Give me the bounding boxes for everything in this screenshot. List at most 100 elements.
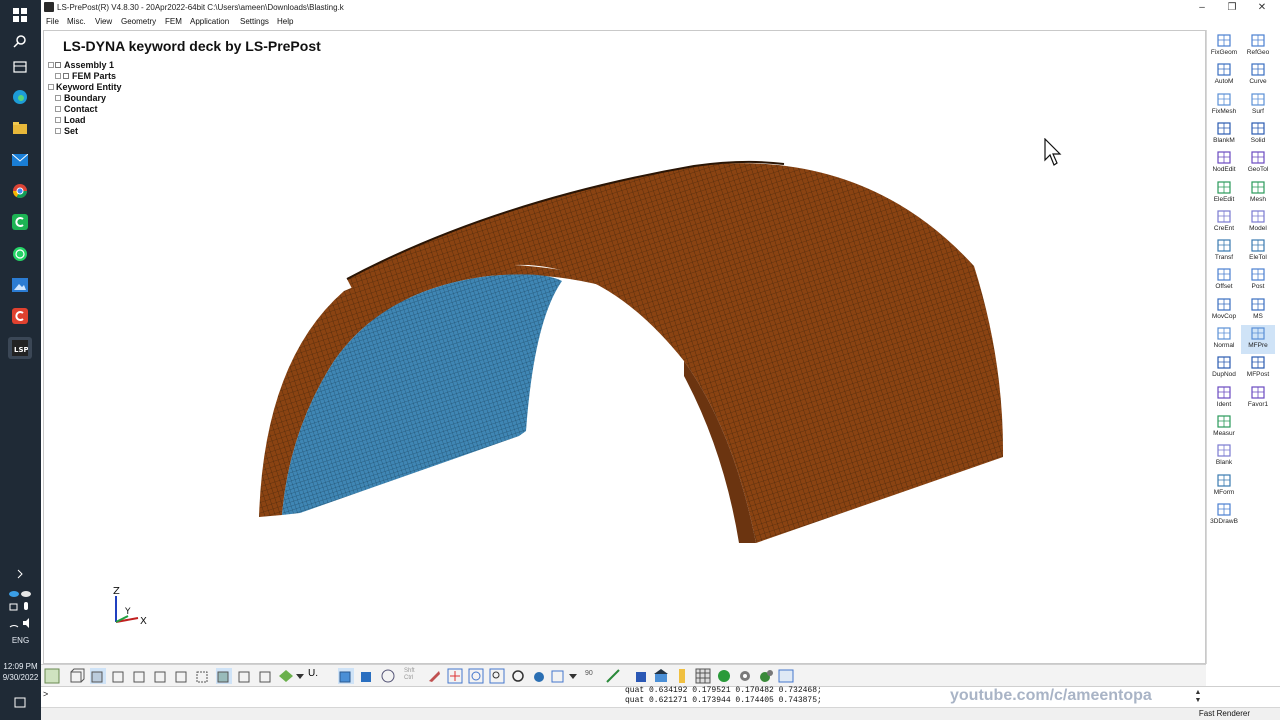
tool-eleedit[interactable]: EleEdit <box>1207 179 1241 208</box>
maximize-button[interactable]: ❐ <box>1217 0 1247 15</box>
tool-normal[interactable]: Normal <box>1207 325 1241 354</box>
expand-icon[interactable] <box>55 106 61 112</box>
tool-surf[interactable]: Surf <box>1241 91 1275 120</box>
tool-3ddrawb[interactable]: 3DDrawB <box>1207 501 1241 530</box>
frame-icon[interactable] <box>550 668 566 684</box>
tool-mform[interactable]: MForm <box>1207 472 1241 501</box>
expand-icon[interactable] <box>55 95 61 101</box>
edge-browser-icon[interactable] <box>8 86 32 108</box>
graphics-viewport[interactable]: LS-DYNA keyword deck by LS-PrePost Assem… <box>43 30 1206 664</box>
view-box-icon[interactable] <box>69 668 85 684</box>
grid-icon[interactable] <box>695 668 711 684</box>
shape-solid-icon[interactable] <box>359 668 375 684</box>
tool-autom[interactable]: AutoM <box>1207 61 1241 90</box>
view-right-icon[interactable] <box>153 668 169 684</box>
render-hidden-icon[interactable] <box>258 668 274 684</box>
tool-post[interactable]: Post <box>1241 266 1275 295</box>
view-back-icon[interactable] <box>111 668 127 684</box>
house-icon[interactable] <box>653 668 669 684</box>
tool-transf[interactable]: Transf <box>1207 237 1241 266</box>
tool-ms[interactable]: MS <box>1241 296 1275 325</box>
measure-icon[interactable] <box>605 668 621 684</box>
tool-favor1[interactable]: Favor1 <box>1241 384 1275 413</box>
zoom-icon[interactable] <box>468 668 484 684</box>
tool-blank[interactable]: Blank <box>1207 442 1241 471</box>
expand-icon[interactable] <box>55 128 61 134</box>
mail-icon[interactable] <box>8 149 32 171</box>
task-view-icon[interactable] <box>8 56 32 78</box>
tool-fixmesh[interactable]: FixMesh <box>1207 91 1241 120</box>
view-front-icon[interactable] <box>90 668 106 684</box>
menu-misc[interactable]: Misc. <box>67 15 86 29</box>
menu-view[interactable]: View <box>95 15 112 29</box>
color-palette-icon[interactable] <box>278 668 294 684</box>
menu-settings[interactable]: Settings <box>240 15 269 29</box>
windows-start-icon[interactable] <box>8 4 32 26</box>
expand-icon[interactable] <box>48 84 54 90</box>
tool-nodedit[interactable]: NodEdit <box>1207 149 1241 178</box>
settings-gear-icon[interactable] <box>737 668 753 684</box>
recorder-icon[interactable] <box>8 305 32 327</box>
u-button[interactable]: U. <box>308 668 324 684</box>
expand-icon[interactable] <box>55 117 61 123</box>
tool-eletol[interactable]: EleTol <box>1241 237 1275 266</box>
file-explorer-icon[interactable] <box>8 117 32 139</box>
network-volume-tray-icon[interactable] <box>8 612 32 634</box>
menu-help[interactable]: Help <box>277 15 293 29</box>
chrome-icon[interactable] <box>8 180 32 202</box>
menu-application[interactable]: Application <box>190 15 229 29</box>
tool-creent[interactable]: CreEnt <box>1207 208 1241 237</box>
tool-mfpre[interactable]: MFPre <box>1241 325 1275 354</box>
menu-file[interactable]: File <box>46 15 59 29</box>
shape-cube-icon[interactable] <box>338 668 354 684</box>
tool-dupnod[interactable]: DupNod <box>1207 354 1241 383</box>
tool-refgeo[interactable]: RefGeo <box>1241 32 1275 61</box>
rotate-icon[interactable] <box>510 668 526 684</box>
tools-gear-icon[interactable] <box>758 668 774 684</box>
tool-mesh[interactable]: Mesh <box>1241 179 1275 208</box>
tool-blankm[interactable]: BlankM <box>1207 120 1241 149</box>
sphere-icon[interactable] <box>531 668 547 684</box>
tool-movcop[interactable]: MovCop <box>1207 296 1241 325</box>
tool-solid[interactable]: Solid <box>1241 120 1275 149</box>
tool-curve[interactable]: Curve <box>1241 61 1275 90</box>
pick-icon[interactable] <box>426 668 442 684</box>
view-left-icon[interactable] <box>132 668 148 684</box>
dropdown-arrow-icon[interactable] <box>568 668 584 684</box>
clock-time[interactable]: 12:09 PM <box>0 662 41 671</box>
command-input[interactable]: > <box>43 689 48 699</box>
angle-value[interactable]: 90 <box>585 670 601 686</box>
expand-icon[interactable] <box>55 73 61 79</box>
checkbox-icon[interactable] <box>55 62 61 68</box>
notification-icon[interactable] <box>8 692 32 714</box>
history-scroll-arrows[interactable]: ▲ ▼ <box>1193 689 1203 706</box>
tool-geotol[interactable]: GeoTol <box>1241 149 1275 178</box>
screenshot-icon[interactable] <box>778 668 794 684</box>
view-iso-icon[interactable] <box>195 668 211 684</box>
lsprepost-taskbar-icon[interactable]: LSP <box>8 337 32 359</box>
search-icon[interactable] <box>8 30 32 52</box>
tool-offset[interactable]: Offset <box>1207 266 1241 295</box>
minimize-button[interactable]: – <box>1187 0 1217 15</box>
model-tree-icon[interactable] <box>44 668 60 684</box>
render-wire-icon[interactable] <box>237 668 253 684</box>
shape-mesh-icon[interactable] <box>380 668 396 684</box>
render-shaded-icon[interactable] <box>216 668 232 684</box>
close-button[interactable]: ✕ <box>1247 0 1277 15</box>
zoom-fit-icon[interactable] <box>489 668 505 684</box>
language-indicator[interactable]: ENG <box>0 636 41 645</box>
menu-geometry[interactable]: Geometry <box>121 15 156 29</box>
tool-fixgeom[interactable]: FixGeom <box>1207 32 1241 61</box>
camtasia-icon[interactable] <box>8 211 32 233</box>
tool-ident[interactable]: Ident <box>1207 384 1241 413</box>
menu-fem[interactable]: FEM <box>165 15 182 29</box>
tool-measur[interactable]: Measur <box>1207 413 1241 442</box>
tool-mfpost[interactable]: MFPost <box>1241 354 1275 383</box>
photos-icon[interactable] <box>8 274 32 296</box>
center-icon[interactable] <box>447 668 463 684</box>
tunnel-mesh-model[interactable] <box>44 31 1206 664</box>
pen-icon[interactable] <box>674 668 690 684</box>
cube-blue-icon[interactable] <box>633 668 649 684</box>
checkbox-icon[interactable] <box>63 73 69 79</box>
green-ball-icon[interactable] <box>716 668 732 684</box>
